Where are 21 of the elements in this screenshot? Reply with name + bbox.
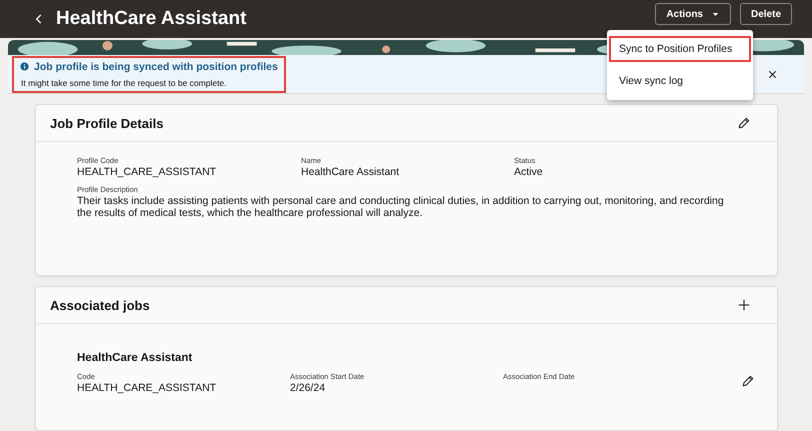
- page-title: HealthCare Assistant: [56, 8, 246, 30]
- section-title: Associated jobs: [50, 298, 150, 312]
- field-value: HEALTH_CARE_ASSISTANT: [77, 382, 218, 394]
- info-icon: [20, 62, 29, 71]
- field-value: HealthCare Assistant: [301, 166, 400, 178]
- field-value: 2/26/24: [290, 382, 326, 394]
- notice-title: Job profile is being synced with position profiles: [34, 60, 278, 72]
- menu-item[interactable]: View sync log: [609, 68, 751, 94]
- menu-item[interactable]: Sync to Position Profiles: [609, 36, 751, 62]
- notice-message: It might take some time for the request to be complete.: [20, 78, 228, 88]
- field-value: Active: [514, 166, 544, 178]
- field-value: Their tasks include assisting patients with personal care and conducting clinical duties, in addition to carrying out, monitoring, and recording the results of medical tests, which the healthcare professional will analyze.: [77, 195, 725, 219]
- edit-icon[interactable]: [737, 116, 751, 130]
- add-icon[interactable]: [737, 298, 751, 312]
- edit-icon[interactable]: [741, 374, 755, 388]
- job-name: HealthCare Assistant: [77, 352, 194, 364]
- actions-button[interactable]: Actions: [655, 3, 731, 25]
- field-value: HEALTH_CARE_ASSISTANT: [77, 166, 218, 178]
- close-icon[interactable]: [767, 68, 778, 80]
- section-title: Job Profile Details: [50, 116, 164, 130]
- delete-button[interactable]: Delete: [740, 3, 792, 25]
